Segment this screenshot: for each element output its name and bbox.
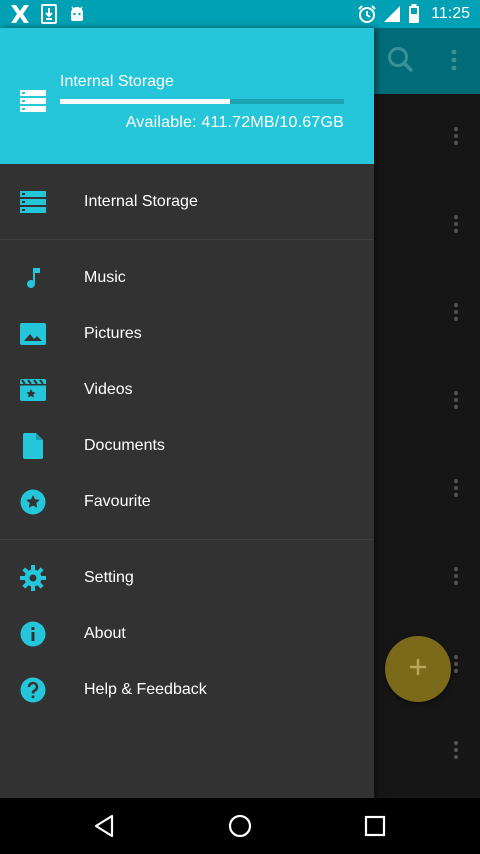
drawer-item-label: Pictures xyxy=(84,325,142,342)
download-icon xyxy=(39,4,59,24)
drawer-item-label: Music xyxy=(84,269,126,286)
row-menu-icon[interactable] xyxy=(448,738,464,762)
storage-icon xyxy=(20,90,46,117)
gear-icon xyxy=(19,564,47,592)
drawer-divider xyxy=(0,539,374,540)
drawer-item-setting[interactable]: Setting xyxy=(0,550,374,606)
drawer-item-help-feedback[interactable]: Help & Feedback xyxy=(0,662,374,718)
drawer-item-label: About xyxy=(84,625,126,642)
search-icon[interactable] xyxy=(386,45,416,75)
more-vert-icon[interactable] xyxy=(444,45,464,75)
drawer-item-pictures[interactable]: Pictures xyxy=(0,306,374,362)
x-app-icon xyxy=(10,4,30,24)
row-menu-icon[interactable] xyxy=(448,564,464,588)
drawer-item-label: Favourite xyxy=(84,493,151,510)
battery-icon xyxy=(404,4,424,24)
row-menu-icon[interactable] xyxy=(448,124,464,148)
signal-icon xyxy=(382,4,402,24)
storage-icon xyxy=(19,188,47,216)
storage-progress-bar xyxy=(60,99,344,104)
row-menu-icon[interactable] xyxy=(448,300,464,324)
drawer-header[interactable]: Internal Storage Available: 411.72MB/10.… xyxy=(0,28,374,164)
add-fab-button[interactable] xyxy=(385,636,451,702)
clock-time: 11:25 xyxy=(431,5,470,22)
drawer-item-documents[interactable]: Documents xyxy=(0,418,374,474)
home-icon[interactable] xyxy=(226,812,254,840)
drawer-item-label: Documents xyxy=(84,437,165,454)
alarm-icon xyxy=(357,4,377,24)
music-note-icon xyxy=(19,264,47,292)
drawer-item-internal-storage[interactable]: Internal Storage xyxy=(0,174,374,230)
drawer-divider xyxy=(0,239,374,240)
drawer-item-label: Videos xyxy=(84,381,133,398)
drawer-item-favourite[interactable]: Favourite xyxy=(0,474,374,530)
image-icon xyxy=(19,320,47,348)
drawer-item-videos[interactable]: Videos xyxy=(0,362,374,418)
drawer-item-about[interactable]: About xyxy=(0,606,374,662)
row-menu-icon[interactable] xyxy=(448,476,464,500)
star-icon xyxy=(19,488,47,516)
back-icon[interactable] xyxy=(90,812,118,840)
storage-title: Internal Storage xyxy=(60,73,174,90)
add-icon xyxy=(407,656,429,683)
help-icon xyxy=(19,676,47,704)
recents-icon[interactable] xyxy=(361,812,389,840)
drawer-item-label: Internal Storage xyxy=(84,193,198,210)
android-icon xyxy=(67,4,87,24)
status-bar: 11:25 xyxy=(0,0,480,28)
drawer-item-label: Setting xyxy=(84,569,134,586)
row-menu-icon[interactable] xyxy=(448,212,464,236)
storage-available-text: Available: 411.72MB/10.67GB xyxy=(125,114,344,131)
info-icon xyxy=(19,620,47,648)
document-icon xyxy=(19,432,47,460)
drawer-item-label: Help & Feedback xyxy=(84,681,207,698)
row-menu-icon[interactable] xyxy=(448,388,464,412)
system-nav-bar xyxy=(0,798,480,854)
drawer-item-music[interactable]: Music xyxy=(0,250,374,306)
movie-icon xyxy=(19,376,47,404)
storage-progress-fill xyxy=(60,99,231,104)
navigation-drawer: Internal Storage Available: 411.72MB/10.… xyxy=(0,28,374,798)
